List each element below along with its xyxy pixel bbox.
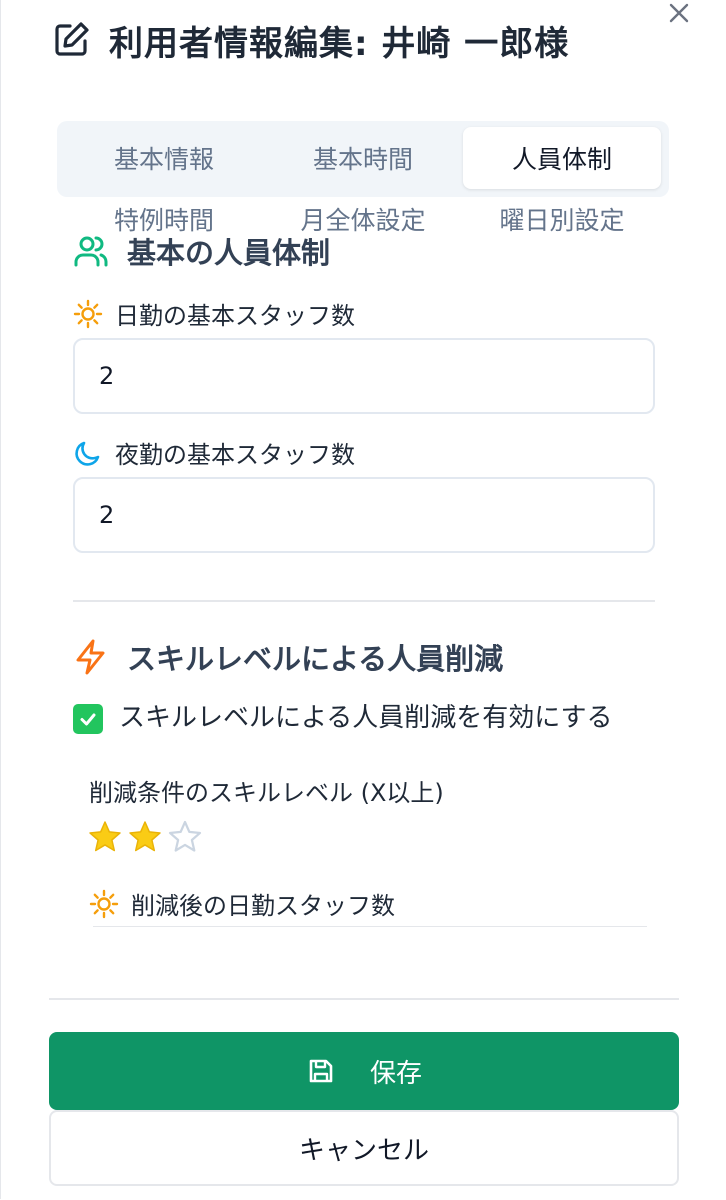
skill-section-title: スキルレベルによる人員削減 (127, 642, 504, 676)
star-filled-icon[interactable] (87, 818, 123, 856)
edit-icon (55, 22, 89, 56)
tab-weekday-settings[interactable]: 曜日別設定 (463, 198, 661, 240)
dialog-title: 利用者情報編集: 井崎 一郎様 (109, 23, 570, 64)
cancel-button[interactable]: キャンセル (49, 1110, 679, 1186)
night-staff-input[interactable]: 2 (73, 477, 655, 553)
reduced-day-staff-input-edge (93, 926, 647, 927)
tab-staffing[interactable]: 人員体制 (463, 127, 661, 189)
day-staff-input[interactable]: 2 (73, 338, 655, 414)
staffing-section-title: 基本の人員体制 (127, 236, 331, 270)
save-button-label: 保存 (369, 1058, 422, 1089)
check-icon (80, 713, 96, 726)
day-staff-label: 日勤の基本スタッフ数 (73, 296, 355, 331)
night-staff-label: 夜勤の基本スタッフ数 (73, 435, 355, 470)
skill-level-rating (87, 818, 203, 856)
tab-basic-info[interactable]: 基本情報 (65, 127, 263, 189)
dialog-header: 利用者情報編集: 井崎 一郎様 (51, 18, 570, 64)
close-button[interactable] (664, 0, 694, 28)
night-staff-label-text: 夜勤の基本スタッフ数 (115, 441, 355, 469)
skill-reduction-checkbox[interactable] (73, 704, 103, 734)
users-icon (74, 236, 108, 267)
reduced-day-staff-label: 削減後の日勤スタッフ数 (89, 886, 395, 921)
footer-divider (49, 998, 679, 1000)
skill-level-label: 削減条件のスキルレベル (X以上) (89, 779, 444, 807)
save-icon (309, 1059, 333, 1083)
star-empty-icon[interactable] (167, 818, 203, 856)
tab-list: 基本情報 基本時間 人員体制 (57, 121, 669, 197)
skill-section-header: スキルレベルによる人員削減 (73, 636, 503, 678)
tab-basic-time[interactable]: 基本時間 (264, 127, 462, 189)
close-icon (669, 3, 689, 23)
dialog: 利用者情報編集: 井崎 一郎様 基本情報 基本時間 人員体制 特例時間 月全体設… (0, 0, 726, 1199)
moon-icon (75, 441, 100, 466)
sun-icon (89, 889, 119, 918)
sun-icon (73, 299, 103, 328)
save-button[interactable]: 保存 (49, 1032, 679, 1110)
skill-reduction-checkbox-label[interactable]: スキルレベルによる人員削減を有効にする (119, 697, 612, 734)
staffing-section-header: 基本の人員体制 (73, 230, 330, 272)
lightning-icon (76, 639, 105, 675)
star-filled-icon[interactable] (127, 818, 163, 856)
section-divider (73, 600, 655, 602)
reduced-day-staff-label-text: 削減後の日勤スタッフ数 (131, 892, 395, 920)
day-staff-label-text: 日勤の基本スタッフ数 (115, 302, 355, 330)
